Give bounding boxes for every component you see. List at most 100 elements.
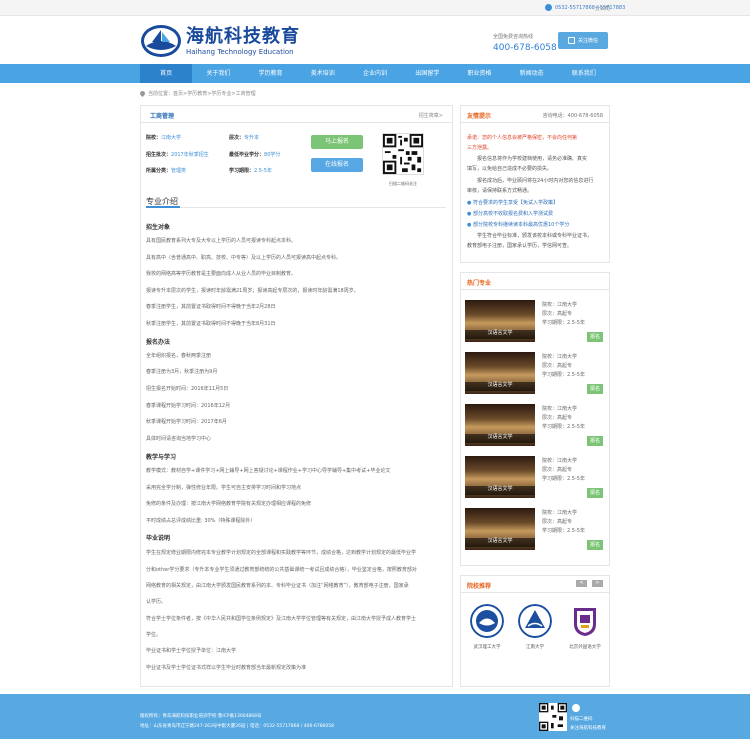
hot-level: 层次：高起专 <box>542 311 573 317</box>
nav-item[interactable]: 美术培训 <box>297 64 349 83</box>
intro-para: 网络教育的相关规定，由江南大学颁发国民教育系列的本、专科毕业证书（加注“网络教育… <box>146 583 409 589</box>
category-value[interactable]: 管理类 <box>171 168 186 174</box>
program-thumbnail[interactable]: 汉语言文学 <box>465 352 535 394</box>
nav-item[interactable]: 关于我们 <box>192 64 244 83</box>
intro-para: 符合学士学位条件者，按《中华人民共和国学位条例规定》及江南大学学位管理等有关规定… <box>146 616 417 622</box>
location-pin-icon <box>138 89 147 98</box>
heading-apply: 报名办法 <box>146 339 171 346</box>
nav-item[interactable]: 新闻动态 <box>506 64 558 83</box>
jiangnan-emblem-icon <box>518 604 552 638</box>
intro-para: 招生报名开始时间：2016年11月5日 <box>146 386 229 392</box>
hot-title: 热门专业 <box>467 280 492 287</box>
notice-title: 友情提示 <box>467 113 492 120</box>
school-card[interactable]: 江南大学 <box>515 604 555 650</box>
footer-qr-code <box>539 703 567 731</box>
credit-row: 最低毕业学分：80学分 <box>229 151 280 158</box>
breadcrumb-text[interactable]: 当前位置：首页>学历教育>学历专业>工商管理 <box>148 90 256 97</box>
intro-para: 采用完全学分制，弹性修业年限。学生可自主安排学习时间和学习地点 <box>146 485 302 491</box>
benefit-item[interactable]: ● 部分院校专科继续读本科最高优惠10个学分 <box>467 221 605 231</box>
intro-para: 学位。 <box>146 632 162 638</box>
privacy-promise-cont: 三方泄露。 <box>467 145 493 151</box>
hot-level: 层次：高起专 <box>542 415 573 421</box>
benefit-text: 符合要求的学生享受【免试入学政策】 <box>472 200 558 206</box>
recommend-panel: 院校推荐 < > 武汉理工大学 江南大学 北京外国语大学 <box>460 575 610 687</box>
thumbnail-caption: 汉语言文学 <box>487 538 513 544</box>
top-bar: 分公司 0532-55717868 / 55717883 <box>0 0 750 16</box>
intro-para: 春季课程开始学习时间：2016年12月 <box>146 403 231 409</box>
thumbnail-caption: 汉语言文学 <box>487 486 513 492</box>
wechat-icon <box>572 704 580 712</box>
hot-head: 热门专业 <box>461 273 609 290</box>
intro-para: 具体时间请咨询当地学习中心 <box>146 436 212 442</box>
apply-now-button[interactable]: 马上报名 <box>311 135 363 149</box>
hot-program-item[interactable]: 汉语言文学 院校：江南大学 层次：高起专 学习期限：2.5-5年 报名 <box>465 456 607 500</box>
program-thumbnail[interactable]: 汉语言文学 <box>465 300 535 342</box>
nav-item[interactable]: 职业资格 <box>453 64 505 83</box>
heading-enrollment: 招生对象 <box>146 224 171 231</box>
school-name: 江南大学 <box>526 645 544 650</box>
batch-value: 2017年秋季招生 <box>171 152 209 158</box>
hot-school: 院校：江南大学 <box>542 354 578 360</box>
prev-arrow[interactable]: < <box>576 580 587 587</box>
benefit-text: 部分高校不收取报名费和入学测试费 <box>472 211 553 217</box>
hot-apply-button[interactable]: 报名 <box>587 436 603 446</box>
hot-program-item[interactable]: 汉语言文学 院校：江南大学 层次：高起专 学习期限：2.5-5年 报名 <box>465 300 607 344</box>
heading-graduation: 毕业说明 <box>146 535 171 542</box>
site-logo[interactable]: 海航科技教育 Haihang Technology Education <box>140 24 300 58</box>
hot-program-item[interactable]: 汉语言文学 院校：江南大学 层次：高起专 学习期限：2.5-5年 报名 <box>465 404 607 448</box>
credit-value: 80学分 <box>264 152 281 158</box>
hot-program-item[interactable]: 汉语言文学 院校：江南大学 层次：高起专 学习期限：2.5-5年 报名 <box>465 508 607 552</box>
program-thumbnail[interactable]: 汉语言文学 <box>465 404 535 446</box>
nav-item[interactable]: 联系我们 <box>558 64 610 83</box>
hot-duration: 学习期限：2.5-5年 <box>542 320 585 326</box>
intro-para: 春季注册为3月，秋季注册为9月 <box>146 369 218 375</box>
nav-item[interactable]: 学历教育 <box>244 64 296 83</box>
benefit-item[interactable]: ● 部分高校不收取报名费和入学测试费 <box>467 210 605 220</box>
benefit-item[interactable]: ● 符合要求的学生享受【免试入学政策】 <box>467 199 605 209</box>
category-row: 所属分类：管理类 <box>146 167 186 174</box>
thumbnail-caption: 汉语言文学 <box>487 382 513 388</box>
hot-apply-button[interactable]: 报名 <box>587 332 603 342</box>
hot-duration: 学习期限：2.5-5年 <box>542 528 585 534</box>
hot-apply-button[interactable]: 报名 <box>587 384 603 394</box>
level-label: 层次： <box>229 135 245 141</box>
admission-guide-link[interactable]: 招生简章> <box>419 112 443 119</box>
notice-text: 审核，请保持联系方式畅通。 <box>467 188 533 194</box>
hotline: 全国免费咨询热线 400-678-6058 <box>493 33 557 53</box>
level-value: 专升本 <box>244 135 260 141</box>
qr-code <box>382 133 424 175</box>
recommend-head: 院校推荐 < > <box>461 576 609 593</box>
hot-school: 院校：江南大学 <box>542 458 578 464</box>
hot-level: 层次：高起专 <box>542 363 573 369</box>
program-head: 工商管理 招生简章> <box>141 106 452 123</box>
hot-apply-button[interactable]: 报名 <box>587 540 603 550</box>
phone-icon <box>545 4 552 11</box>
school-card[interactable]: 武汉理工大学 <box>467 604 507 650</box>
hot-program-item[interactable]: 汉语言文学 院校：江南大学 层次：高起专学习期限：2.5-5年 报名 <box>465 352 607 396</box>
hot-duration: 学习期限：2.5-5年 <box>542 424 585 430</box>
hot-apply-button[interactable]: 报名 <box>587 488 603 498</box>
nav-item[interactable]: 出国留学 <box>401 64 453 83</box>
nav-item[interactable]: 企业内训 <box>349 64 401 83</box>
page: { "topbar": { "links": "分公司", "phone": "… <box>0 0 750 739</box>
hotline-label: 全国免费咨询热线 <box>493 34 534 40</box>
hot-meta: 院校：江南大学 层次：高起专学习期限：2.5-5年 <box>542 353 585 380</box>
nav-item[interactable]: 首页 <box>140 64 193 83</box>
logo-en-text: Haihang Technology Education <box>186 47 294 56</box>
footer-copyright: 版权所有：青岛海航科技职业培训学校 鲁ICP备13004868号 <box>140 714 262 719</box>
hot-programs-panel: 热门专业 汉语言文学 院校：江南大学 层次：高起专 学习期限：2.5-5年 报名 汉语言文… <box>460 272 610 566</box>
hot-duration: 学习期限：2.5-5年 <box>542 372 585 378</box>
school-value[interactable]: 江南大学 <box>161 135 181 141</box>
program-thumbnail[interactable]: 汉语言文学 <box>465 508 535 550</box>
online-apply-button[interactable]: 在线报名 <box>311 158 363 172</box>
main-nav: 首页 关于我们 学历教育 美术培训 企业内训 出国留学 职业资格 新闻动态 联系我们 <box>0 64 750 83</box>
next-arrow[interactable]: > <box>592 580 603 587</box>
bfsu-emblem-icon <box>574 608 596 636</box>
program-thumbnail[interactable]: 汉语言文学 <box>465 456 535 498</box>
recommend-title: 院校推荐 <box>467 583 492 590</box>
school-card[interactable]: 北京外国语大学 <box>565 604 605 650</box>
footer-address: 地址：山东省青岛市辽宁路247-263号中影大厦26层 | 电话：0532-55… <box>140 724 335 729</box>
follow-wechat-button[interactable]: 关注微信 <box>558 32 608 49</box>
hot-meta: 院校：江南大学 层次：高起专 学习期限：2.5-5年 <box>542 457 585 484</box>
program-title: 工商管理 <box>150 113 175 120</box>
